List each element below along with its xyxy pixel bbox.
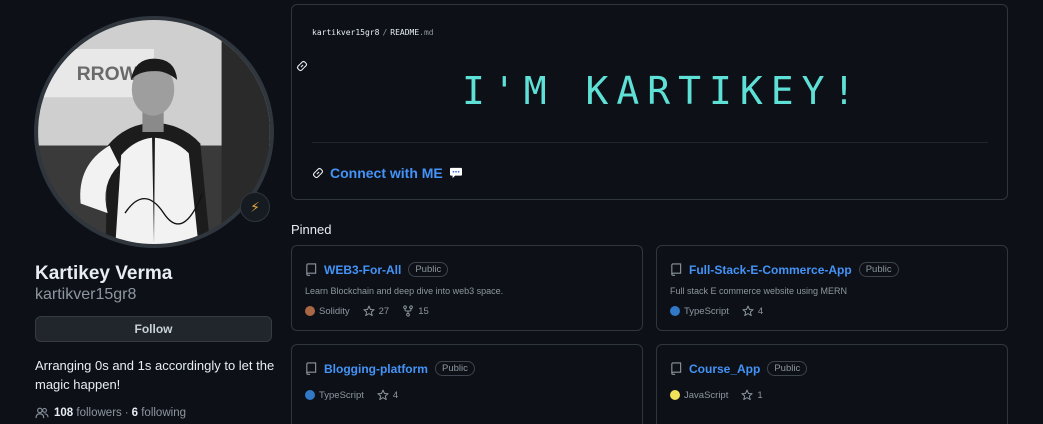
stars-count: 4: [392, 389, 399, 401]
language-color-dot: [305, 390, 315, 400]
pinned-repo-card: WEB3-For-All Public Learn Blockchain and…: [291, 245, 643, 331]
repo-icon: [306, 263, 317, 276]
star-icon: [377, 389, 389, 401]
pinned-repo-card: Full-Stack-E-Commerce-App Public Full st…: [656, 245, 1008, 331]
pinned-repo-card: Blogging-platform Public TypeScript 4: [291, 344, 643, 424]
language-name: JavaScript: [684, 389, 729, 401]
profile-login: kartikver15gr8: [35, 286, 137, 303]
readme-box: kartikver15gr8 / README.md I'M KARTIKEY!…: [291, 4, 1008, 200]
people-icon: [35, 407, 49, 419]
repo-language: TypeScript: [305, 390, 364, 401]
profile-name: Kartikey Verma: [35, 263, 173, 284]
status-badge[interactable]: ⚡: [240, 192, 270, 222]
repo-language: TypeScript: [670, 306, 729, 317]
repo-name-link[interactable]: Course_App: [689, 362, 760, 376]
lightning-icon: ⚡: [250, 198, 260, 215]
stars-count: 4: [757, 305, 764, 317]
following-count: 6: [131, 407, 139, 419]
path-separator: /: [382, 28, 388, 37]
repo-name-link[interactable]: Blogging-platform: [324, 362, 428, 376]
readme-path: kartikver15gr8 / README.md: [312, 28, 434, 37]
repo-stars[interactable]: 4: [377, 389, 398, 401]
follow-button[interactable]: Follow: [35, 316, 272, 342]
language-color-dot: [670, 306, 680, 316]
repo-description: Learn Blockchain and deep dive into web3…: [305, 286, 504, 296]
readme-file: README: [390, 28, 420, 37]
repo-language: JavaScript: [670, 390, 728, 401]
visibility-badge: Public: [434, 361, 475, 376]
avatar[interactable]: RROW: [34, 16, 274, 248]
connect-text: Connect with ME: [330, 165, 443, 181]
repo-language: Solidity: [305, 306, 350, 317]
star-icon: [363, 305, 375, 317]
language-name: TypeScript: [684, 305, 729, 317]
photo-sign-text: RROW: [77, 64, 139, 85]
stars-count: 1: [757, 389, 763, 401]
repo-icon: [306, 362, 317, 375]
visibility-badge: Public: [408, 262, 449, 277]
followers-label: followers: [76, 407, 122, 419]
language-color-dot: [305, 306, 315, 316]
follow-stats: 108 followers · 6 following: [35, 407, 186, 419]
followers-count: 108: [54, 407, 74, 419]
repo-stars[interactable]: 1: [741, 389, 763, 401]
pinned-title: Pinned: [291, 222, 332, 237]
connect-heading: Connect with ME: [312, 165, 463, 181]
readme-ext: .md: [419, 28, 434, 37]
avatar-container: RROW ⚡: [34, 16, 274, 248]
visibility-badge: Public: [858, 262, 899, 277]
repo-stars[interactable]: 27: [363, 305, 390, 317]
readme-file-name[interactable]: README.md: [390, 28, 433, 37]
repo-icon: [671, 362, 682, 375]
language-name: TypeScript: [319, 389, 364, 401]
pinned-repo-card: Course_App Public JavaScript 1: [656, 344, 1008, 424]
speech-balloon-icon: [449, 167, 462, 179]
stars-count: 27: [378, 305, 390, 317]
star-icon: [742, 305, 754, 317]
repo-icon: [671, 263, 682, 276]
repo-name-link[interactable]: Full-Stack-E-Commerce-App: [689, 263, 852, 277]
divider: [312, 142, 988, 143]
language-name: Solidity: [319, 305, 350, 317]
star-icon: [741, 389, 753, 401]
visibility-badge: Public: [767, 361, 808, 376]
following-label: following: [141, 407, 186, 419]
language-color-dot: [670, 390, 680, 400]
repo-name-link[interactable]: WEB3-For-All: [324, 263, 401, 277]
profile-photo: RROW: [38, 20, 270, 244]
repo-stars[interactable]: 4: [742, 305, 763, 317]
separator-dot: ·: [124, 407, 129, 419]
followers-link[interactable]: 108 followers: [54, 407, 122, 419]
repo-forks[interactable]: 15: [402, 305, 429, 317]
anchor-link-icon[interactable]: [312, 167, 324, 179]
following-link[interactable]: 6 following: [132, 407, 186, 419]
forks-count: 15: [418, 305, 429, 317]
repo-description: Full stack E commerce website using MERN: [670, 286, 848, 296]
fork-icon: [403, 305, 414, 317]
readme-owner-link[interactable]: kartikver15gr8: [312, 28, 379, 37]
anchor-link-icon[interactable]: [296, 60, 308, 72]
profile-bio: Arranging 0s and 1s accordingly to let t…: [35, 358, 275, 392]
typing-banner: I'M KARTIKEY!: [462, 69, 864, 113]
